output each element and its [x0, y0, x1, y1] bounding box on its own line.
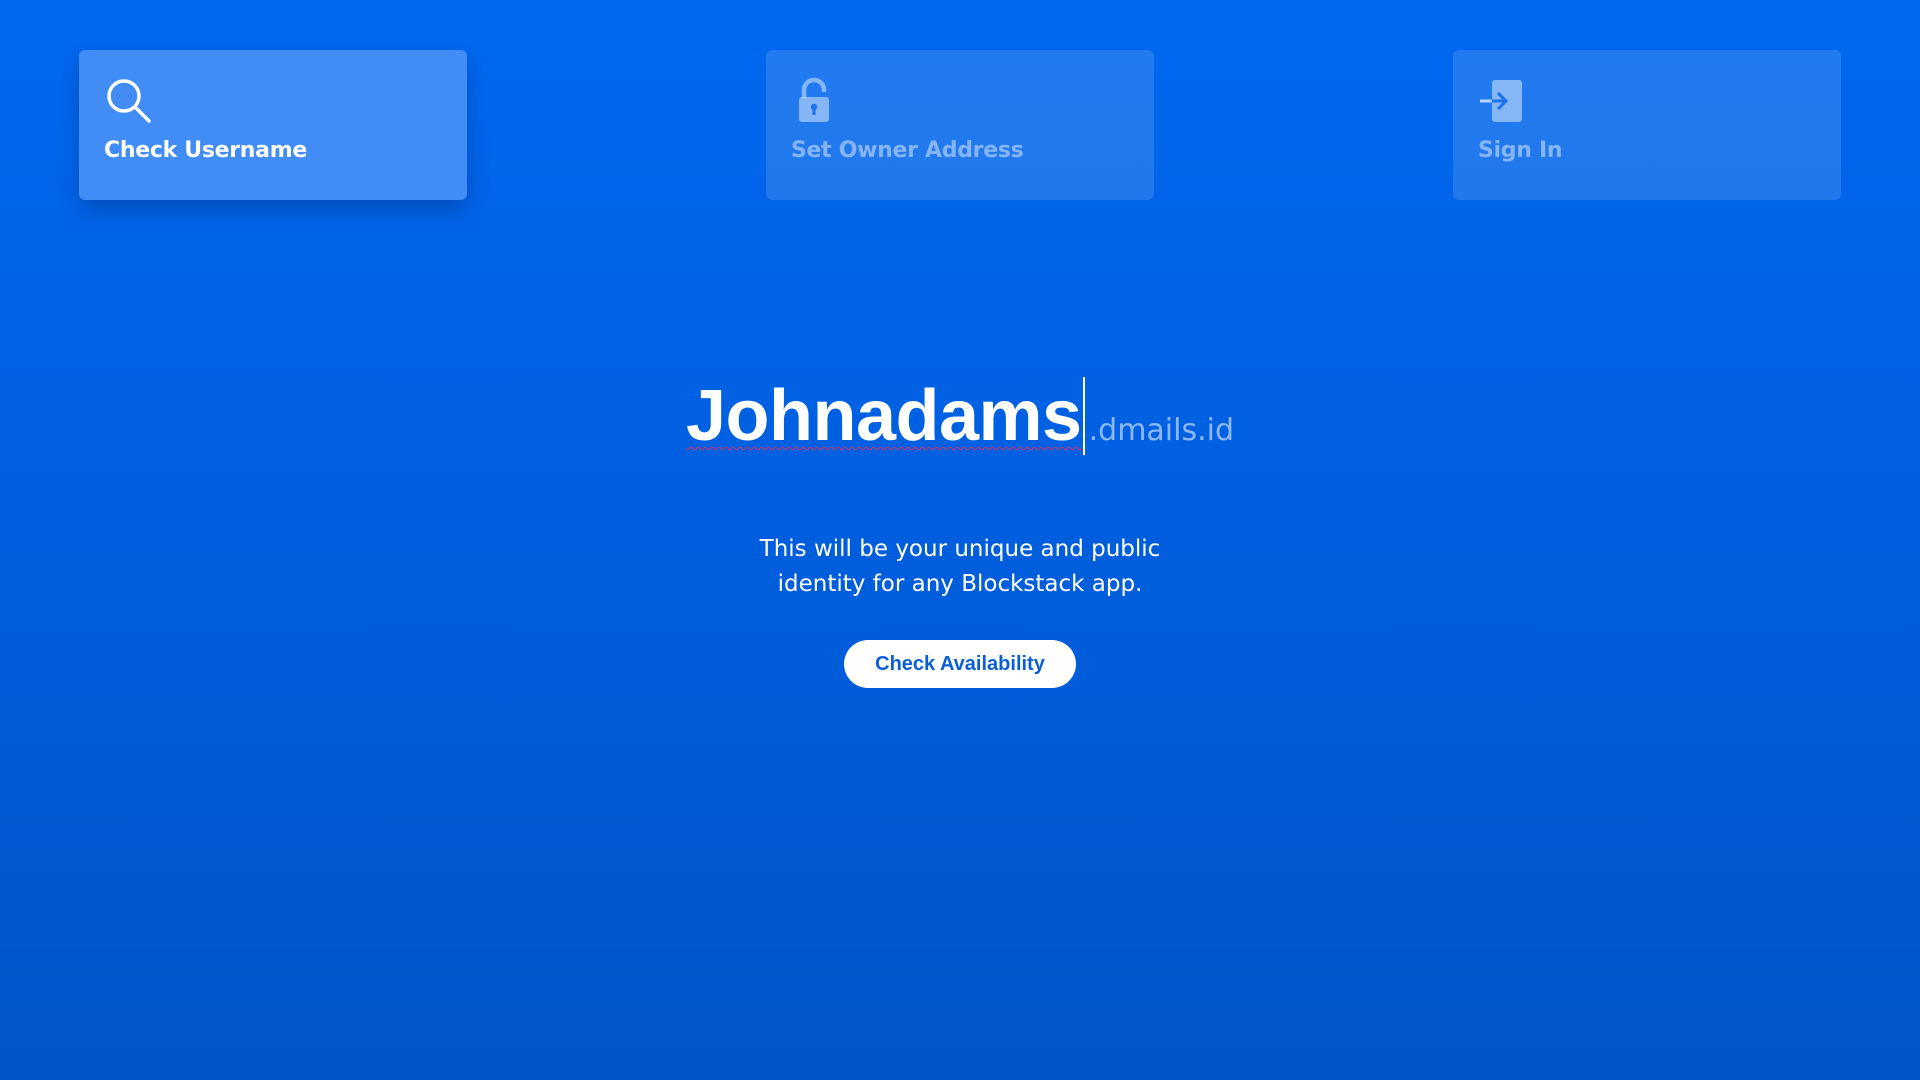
sign-in-icon — [1478, 76, 1526, 124]
step-check-username[interactable]: Check Username — [79, 50, 467, 200]
search-icon — [104, 76, 152, 124]
username-entry: Johnadams .dmails.id — [0, 375, 1920, 457]
step-label: Check Username — [104, 138, 307, 163]
check-availability-button[interactable]: Check Availability — [844, 640, 1076, 688]
lock-icon — [791, 76, 839, 124]
step-label: Sign In — [1478, 138, 1563, 163]
step-set-owner-address[interactable]: Set Owner Address — [766, 50, 1154, 200]
description-text: This will be your unique and public iden… — [0, 532, 1920, 602]
step-label: Set Owner Address — [791, 138, 1024, 163]
username-input[interactable]: Johnadams — [686, 375, 1082, 457]
username-field-group[interactable]: Johnadams .dmails.id — [686, 375, 1234, 457]
step-sign-in[interactable]: Sign In — [1453, 50, 1841, 200]
text-caret — [1082, 377, 1085, 455]
domain-suffix: .dmails.id — [1088, 413, 1235, 448]
description-line-2: identity for any Blockstack app. — [777, 571, 1143, 597]
step-navigation: Check Username Set Owner Address Sign In — [79, 50, 1841, 200]
description-line-1: This will be your unique and public — [759, 536, 1161, 562]
